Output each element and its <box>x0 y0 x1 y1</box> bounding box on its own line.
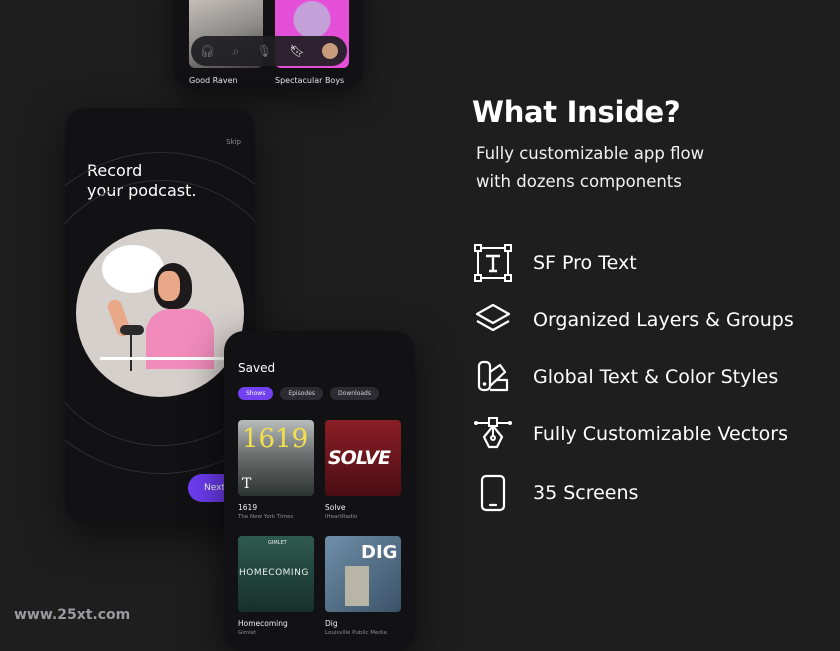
podcast-title-spectacular-boys: Spectacular Boys <box>275 76 345 85</box>
feature-label: SF Pro Text <box>533 252 637 274</box>
tab-episodes[interactable]: Episodes <box>280 387 324 400</box>
bookmark-icon[interactable]: 🔖︎ <box>289 44 304 58</box>
podcast-title: Solve <box>325 503 346 512</box>
page-title: Saved <box>238 361 276 375</box>
feature-label: 35 Screens <box>533 482 639 504</box>
podcast-publisher: The New York Times <box>238 514 294 520</box>
swatch-icon <box>477 360 509 392</box>
tab-bar: 🎧︎ ⌕ 🎙︎ 🔖︎ <box>191 36 347 66</box>
headphones-icon[interactable]: 🎧︎ <box>200 44 215 58</box>
nyt-logo: T <box>242 476 252 492</box>
podcast-title: 1619 <box>238 503 258 512</box>
podcast-cover-solve[interactable]: SOLVE <box>325 420 401 496</box>
podcast-title-good-raven: Good Raven <box>189 76 238 85</box>
feature-item: SF Pro Text <box>474 244 637 282</box>
saved-screen: Saved Shows Episodes Downloads 1619 T 16… <box>224 331 415 651</box>
podcast-publisher: iHeartRadio <box>325 514 358 520</box>
podcast-title: Dig <box>325 619 338 628</box>
podcast-cover-1619[interactable]: 1619 T <box>238 420 314 496</box>
feature-item: Fully Customizable Vectors <box>474 415 788 453</box>
tab-shows[interactable]: Shows <box>238 387 274 400</box>
search-icon[interactable]: ⌕ <box>232 44 239 59</box>
feature-label: Organized Layers & Groups <box>533 309 794 331</box>
text-tool-icon <box>474 244 512 282</box>
mic-icon[interactable]: 🎙︎ <box>257 44 272 58</box>
phone-icon <box>480 474 506 512</box>
pen-tool-icon <box>474 417 512 449</box>
section-subtitle: Fully customizable app flow with dozens … <box>476 144 705 191</box>
section-heading: What Inside? <box>472 95 681 129</box>
saved-tabs: Shows Episodes Downloads <box>238 387 379 400</box>
feature-item: Organized Layers & Groups <box>474 301 794 339</box>
layers-icon <box>475 303 511 332</box>
skip-button[interactable]: Skip <box>226 138 241 146</box>
podcast-cover-homecoming[interactable]: GIMLET HOMECOMING <box>238 536 314 612</box>
feature-label: Fully Customizable Vectors <box>533 423 788 445</box>
avatar[interactable] <box>322 43 339 59</box>
microphone-icon <box>120 325 144 335</box>
feature-item: Global Text & Color Styles <box>474 358 778 396</box>
feature-item: 35 Screens <box>474 474 638 512</box>
podcast-publisher: Louisville Public Media <box>325 630 387 636</box>
feature-label: Global Text & Color Styles <box>533 366 779 388</box>
tab-downloads[interactable]: Downloads <box>330 387 379 400</box>
podcast-cover-dig[interactable]: DIG <box>325 536 401 612</box>
top-phone-screen: 🎧︎ ⌕ 🎙︎ 🔖︎ Good Raven Spectacular Boys <box>173 0 363 90</box>
podcast-title: Homecoming <box>238 619 288 628</box>
podcaster-illustration <box>76 229 244 397</box>
watermark: www.25xt.com <box>14 607 131 623</box>
podcast-publisher: Gimlet <box>238 630 257 636</box>
